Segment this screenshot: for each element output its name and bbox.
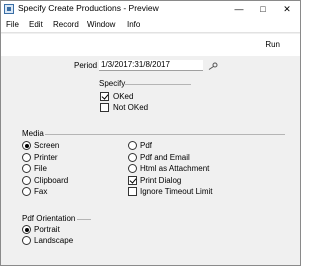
toolbar: Run: [1, 34, 300, 56]
maximize-icon[interactable]: □: [251, 1, 275, 17]
media-fax-radio[interactable]: [22, 187, 31, 196]
minimize-icon[interactable]: —: [227, 1, 251, 17]
media-html-attachment-radio[interactable]: [128, 164, 137, 173]
media-pdf-label: Pdf: [140, 141, 153, 150]
run-button[interactable]: Run: [265, 40, 280, 49]
menu-window[interactable]: Window: [87, 20, 115, 29]
portrait-label: Portrait: [34, 225, 60, 234]
media-clipboard-radio[interactable]: [22, 176, 31, 185]
media-screen-label: Screen: [34, 141, 60, 150]
oked-label: OKed: [113, 92, 134, 101]
media-pdf-email-label: Pdf and Email: [140, 153, 190, 162]
oked-checkbox[interactable]: [100, 92, 109, 101]
not-oked-label: Not OKed: [113, 103, 149, 112]
period-field[interactable]: 1/3/2017:31/8/2017: [99, 60, 203, 71]
menu-bar: File Edit Record Window Info: [1, 17, 300, 33]
specify-label: Specify: [99, 79, 126, 88]
specify-divider: [125, 84, 191, 85]
period-label: Period: [74, 61, 98, 70]
media-divider: [45, 134, 285, 135]
media-printer-radio[interactable]: [22, 153, 31, 162]
media-screen-radio[interactable]: [22, 141, 31, 150]
print-dialog-checkbox[interactable]: [128, 176, 137, 185]
media-label: Media: [22, 129, 44, 138]
media-pdf-radio[interactable]: [128, 141, 137, 150]
menu-edit[interactable]: Edit: [29, 20, 43, 29]
app-icon: [4, 4, 14, 14]
media-pdf-email-radio[interactable]: [128, 153, 137, 162]
window-title: Specify Create Productions - Preview: [18, 3, 159, 13]
menu-record[interactable]: Record: [53, 20, 79, 29]
landscape-radio[interactable]: [22, 236, 31, 245]
title-bar: Specify Create Productions - Preview — □…: [1, 1, 300, 17]
not-oked-checkbox[interactable]: [100, 103, 109, 112]
media-clipboard-label: Clipboard: [34, 176, 69, 185]
ignore-timeout-label: Ignore Timeout Limit: [140, 187, 213, 196]
media-html-attachment-label: Html as Attachment: [140, 164, 210, 173]
print-dialog-label: Print Dialog: [140, 176, 182, 185]
media-printer-label: Printer: [34, 153, 58, 162]
pdf-orientation-divider: [77, 219, 91, 220]
media-file-label: File: [34, 164, 47, 173]
dialog-window: Specify Create Productions - Preview — □…: [0, 0, 301, 266]
landscape-label: Landscape: [34, 236, 74, 245]
portrait-radio[interactable]: [22, 225, 31, 234]
ignore-timeout-checkbox[interactable]: [128, 187, 137, 196]
close-icon[interactable]: ✕: [275, 1, 299, 17]
menu-info[interactable]: Info: [127, 20, 140, 29]
media-fax-label: Fax: [34, 187, 48, 196]
form-area: Period 1/3/2017:31/8/2017 Specify OKed N…: [1, 56, 300, 265]
media-file-radio[interactable]: [22, 164, 31, 173]
key-icon[interactable]: [208, 62, 218, 70]
pdf-orientation-label: Pdf Orientation: [22, 214, 76, 223]
menu-file[interactable]: File: [6, 20, 19, 29]
